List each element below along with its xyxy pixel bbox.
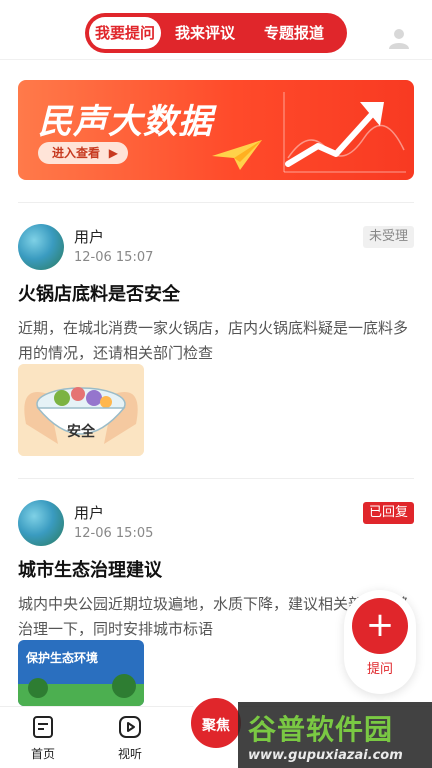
- food-bowl-image: 安全: [18, 364, 144, 456]
- top-header: 我要提问 我来评议 专题报道: [0, 0, 432, 60]
- focus-button[interactable]: 聚焦: [188, 695, 244, 751]
- paper-plane-icon: [212, 140, 262, 170]
- post-image[interactable]: 保护生态环境: [18, 640, 144, 706]
- tab-switcher: 我要提问 我来评议 专题报道: [85, 13, 347, 53]
- ask-fab[interactable]: + 提问: [344, 590, 416, 694]
- tab-ask[interactable]: 我要提问: [89, 17, 161, 49]
- watermark: 谷普软件园 www.gupuxiazai.com: [238, 702, 432, 768]
- enter-view-button[interactable]: 进入查看 ▶: [38, 142, 129, 164]
- post-username: 用户: [74, 228, 105, 246]
- nav-home[interactable]: 首页: [13, 715, 73, 762]
- divider: [18, 478, 414, 479]
- post-card[interactable]: 用户 12-06 15:07 未受理 火锅店底料是否安全 近期，在城北消费一家火…: [18, 224, 414, 464]
- plus-icon[interactable]: +: [352, 598, 408, 654]
- divider: [18, 202, 414, 203]
- post-title[interactable]: 火锅店底料是否安全: [18, 280, 180, 306]
- post-title[interactable]: 城市生态治理建议: [18, 556, 162, 582]
- avatar[interactable]: [18, 224, 64, 270]
- post-time: 12-06 15:07: [74, 250, 154, 265]
- user-icon[interactable]: [387, 26, 411, 50]
- nav-media[interactable]: 视听: [100, 715, 160, 762]
- status-badge: 已回复: [362, 502, 414, 524]
- big-data-banner[interactable]: 民声大数据 进入查看 ▶: [18, 80, 414, 180]
- image-caption: 安全: [67, 423, 96, 440]
- nav-media-label: 视听: [117, 747, 142, 761]
- tab-review[interactable]: 我来评议: [161, 17, 249, 49]
- post-image[interactable]: 安全: [18, 364, 144, 456]
- arrow-right-icon: ▶: [108, 146, 119, 160]
- nav-home-label: 首页: [30, 747, 55, 761]
- watermark-title: 谷普软件园: [248, 713, 394, 746]
- image-caption: 保护生态环境: [25, 650, 98, 665]
- trend-chart-icon: [283, 92, 406, 173]
- home-doc-icon: [33, 716, 53, 738]
- avatar[interactable]: [18, 500, 64, 546]
- eco-poster-image: 保护生态环境: [18, 640, 144, 706]
- post-username: 用户: [74, 504, 105, 522]
- watermark-url: www.gupuxiazai.com: [248, 748, 403, 763]
- play-icon: [119, 716, 141, 738]
- enter-view-label: 进入查看: [52, 146, 101, 160]
- post-body: 近期，在城北消费一家火锅店，店内火锅底料疑是一底料多用的情况，还请相关部门检查: [18, 319, 409, 362]
- post-time: 12-06 15:05: [74, 526, 154, 541]
- status-badge: 未受理: [362, 226, 414, 248]
- fab-label: 提问: [366, 662, 393, 677]
- tab-special-report[interactable]: 专题报道: [249, 17, 339, 49]
- banner-title: 民声大数据: [38, 102, 213, 142]
